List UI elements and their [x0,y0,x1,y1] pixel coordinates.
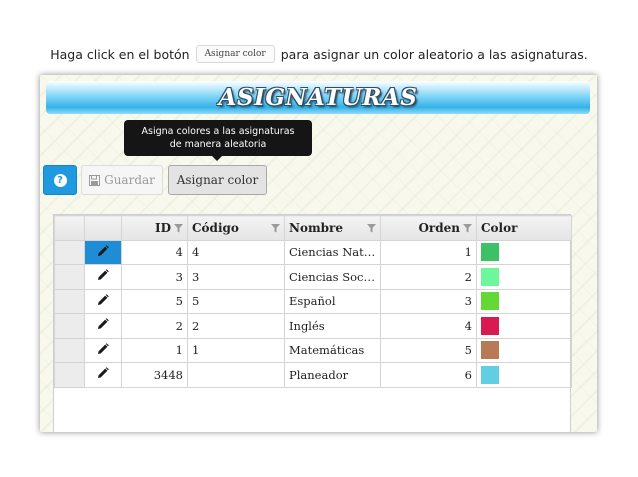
column-header-id[interactable]: ID [121,215,188,241]
caption-text-before: Haga click en el botón [50,46,190,62]
color-swatch [481,316,499,335]
cell-id: 2 [121,313,188,339]
table-row[interactable]: 3448 Planeador 6 [54,362,572,388]
app-window: ASIGNATURAS Asigna colores a las asignat… [40,75,597,432]
cell-nombre: Planeador [284,362,381,388]
row-selector[interactable] [54,337,85,363]
edit-cell[interactable] [84,264,122,290]
edit-cell[interactable] [84,239,122,265]
cell-color [476,288,572,314]
color-swatch [481,243,499,262]
help-button[interactable]: ? [43,165,77,195]
cell-nombre: Inglés [284,313,381,339]
color-swatch [481,341,499,360]
cell-orden: 4 [380,313,477,339]
subjects-table: ID Código Nombre Orden Color 4 4 Ciencia… [54,215,572,388]
row-selector[interactable] [54,264,85,290]
cell-id: 3 [121,264,188,290]
table-row[interactable]: 2 2 Inglés 4 [54,313,572,339]
column-header-codigo[interactable]: Código [187,215,285,241]
edit-cell[interactable] [84,313,122,339]
edit-cell[interactable] [84,362,122,388]
row-selector[interactable] [54,239,85,265]
pencil-icon[interactable] [97,293,109,306]
cell-codigo: 2 [187,313,285,339]
cell-codigo: 4 [187,239,285,265]
cell-id: 4 [121,239,188,265]
filter-icon[interactable] [463,224,472,233]
cell-codigo [187,362,285,388]
edit-column-header [84,215,122,241]
column-header-color[interactable]: Color [476,215,572,241]
cell-codigo: 5 [187,288,285,314]
cell-orden: 5 [380,337,477,363]
question-icon: ? [53,173,67,187]
cell-color [476,362,572,388]
cell-nombre: Ciencias Naturales [284,239,381,265]
assign-color-button[interactable]: Asignar color [168,165,267,195]
table-row[interactable]: 4 4 Ciencias Naturales 1 [54,239,572,265]
row-selector-header [54,215,85,241]
color-swatch [481,292,499,311]
row-selector[interactable] [54,362,85,388]
table-header-row: ID Código Nombre Orden Color [54,215,572,241]
pencil-icon[interactable] [97,367,109,379]
filter-icon[interactable] [271,224,280,233]
table-row[interactable]: 3 3 Ciencias Sociales 2 [54,264,572,290]
cell-nombre: Matemáticas [284,337,381,363]
cell-color [476,239,572,265]
cell-id: 5 [121,288,188,314]
edit-cell[interactable] [84,337,122,363]
cell-codigo: 3 [187,264,285,290]
cell-orden: 6 [380,362,477,388]
table-row[interactable]: 5 5 Español 3 [54,288,572,314]
caption-text-after: para asignar un color aleatorio a las as… [280,46,588,62]
cell-id: 1 [121,337,188,363]
assign-color-button-label: Asignar color [176,173,259,187]
tooltip-line-1: Asigna colores a las asignaturas [141,126,295,137]
pencil-icon[interactable] [97,244,109,257]
pencil-icon[interactable] [97,342,109,355]
save-button-label: Guardar [104,173,155,187]
pencil-icon[interactable] [97,318,109,330]
cell-id: 3448 [121,362,188,388]
tooltip-line-2: de manera aleatoria [169,139,267,150]
table-row[interactable]: 1 1 Matemáticas 5 [54,337,572,363]
cell-orden: 1 [380,239,477,265]
subjects-grid: ID Código Nombre Orden Color 4 4 Ciencia… [53,214,572,432]
color-swatch [481,267,499,286]
filter-icon[interactable] [367,224,376,233]
cell-nombre: Ciencias Sociales [284,264,381,290]
column-header-orden[interactable]: Orden [380,215,477,241]
pencil-icon[interactable] [97,269,109,281]
color-swatch [481,365,499,384]
row-selector[interactable] [54,288,85,314]
page-title: ASIGNATURAS [218,84,418,111]
cell-codigo: 1 [187,337,285,363]
caption-assign-color-button-image: Asignar color [195,45,275,63]
cell-color [476,313,572,339]
floppy-disk-icon [89,174,101,186]
banner: ASIGNATURAS [46,81,590,114]
cell-orden: 2 [380,264,477,290]
cell-nombre: Español [284,288,381,314]
instruction-caption: Haga click en el botón Asignar color par… [0,40,638,68]
edit-cell[interactable] [84,288,122,314]
cell-orden: 3 [380,288,477,314]
cell-color [476,337,572,363]
column-header-nombre[interactable]: Nombre [284,215,381,241]
tooltip: Asigna colores a las asignaturas de mane… [124,120,312,161]
row-selector[interactable] [54,313,85,339]
filter-icon[interactable] [174,224,183,233]
cell-color [476,264,572,290]
save-button[interactable]: Guardar [81,165,163,195]
